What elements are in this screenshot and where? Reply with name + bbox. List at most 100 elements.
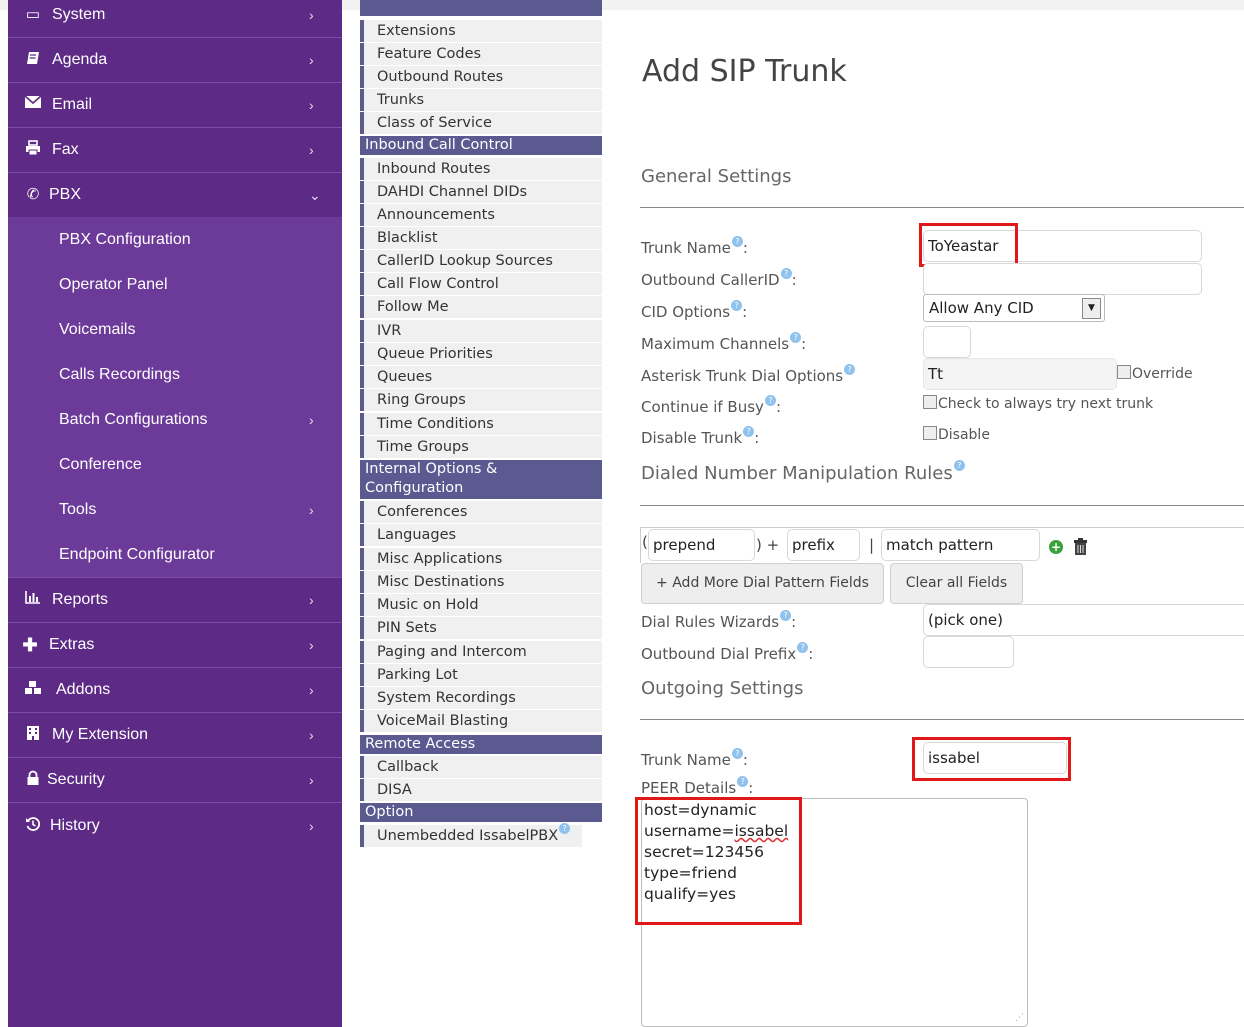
- sidebar-item-system[interactable]: ▭ System ›: [8, 0, 342, 37]
- sidebar-item-history[interactable]: History ›: [8, 803, 342, 848]
- sidebar-item-security[interactable]: Security ›: [8, 757, 342, 802]
- peer-details-label-text: PEER Details: [641, 779, 737, 797]
- outbound-prefix-input[interactable]: [923, 636, 1014, 668]
- sidebar-item-pbx[interactable]: ✆ PBX ⌄: [8, 172, 342, 217]
- nav-item-queue-priorities[interactable]: Queue Priorities: [360, 343, 602, 365]
- nav-item-queues[interactable]: Queues: [360, 366, 602, 388]
- disable-trunk-checkbox[interactable]: Disable: [923, 426, 990, 444]
- dropdown-arrow-icon[interactable]: ▼: [1082, 298, 1101, 319]
- bar-chart-icon: [23, 590, 43, 610]
- sidebar-item-addons[interactable]: Addons ›: [8, 667, 342, 712]
- sidebar-item-fax[interactable]: Fax ›: [8, 127, 342, 172]
- nav-item-extensions[interactable]: Extensions: [360, 20, 602, 42]
- nav-item-class-of-service[interactable]: Class of Service: [360, 112, 602, 134]
- outbound-callerid-label-text: Outbound CallerID: [641, 271, 780, 289]
- resize-grip-icon[interactable]: ⋰: [1015, 1013, 1024, 1023]
- help-icon[interactable]: ?: [780, 268, 792, 279]
- sidebar-subitem-conference[interactable]: Conference: [8, 442, 342, 487]
- prefix-input[interactable]: prefix: [787, 529, 860, 561]
- nav-section-internal-header-line2: Configuration: [365, 480, 464, 496]
- help-icon[interactable]: ?: [953, 460, 965, 471]
- pbx-module-nav: Extensions Feature Codes Outbound Routes…: [360, 0, 602, 860]
- nav-item-announcements[interactable]: Announcements: [360, 204, 602, 226]
- dial-options-label: Asterisk Trunk Dial Options?: [641, 364, 856, 386]
- nav-item-outbound-routes[interactable]: Outbound Routes: [360, 66, 602, 88]
- nav-item-pin-sets[interactable]: PIN Sets: [360, 617, 602, 639]
- help-icon[interactable]: ?: [737, 776, 749, 787]
- max-channels-input[interactable]: [923, 326, 971, 358]
- nav-item-callback[interactable]: Callback: [360, 756, 602, 778]
- nav-item-trunks[interactable]: Trunks: [360, 89, 602, 111]
- nav-item-system-recordings[interactable]: System Recordings: [360, 687, 602, 709]
- monitor-icon: ▭: [25, 6, 41, 23]
- checkbox-box[interactable]: [923, 395, 937, 409]
- nav-item-feature-codes[interactable]: Feature Codes: [360, 43, 602, 65]
- chevron-down-icon: ⌄: [309, 187, 321, 203]
- sidebar-item-reports[interactable]: Reports ›: [8, 577, 342, 622]
- checkbox-box[interactable]: [923, 426, 937, 440]
- add-dial-pattern-button[interactable]: + Add More Dial Pattern Fields: [641, 563, 884, 604]
- nav-item-blacklist[interactable]: Blacklist: [360, 227, 602, 249]
- trash-icon[interactable]: [1073, 537, 1088, 556]
- section-outgoing-settings: Outgoing Settings: [641, 678, 804, 699]
- nav-item-music-on-hold[interactable]: Music on Hold: [360, 594, 602, 616]
- nav-item-disa[interactable]: DISA: [360, 779, 602, 801]
- dial-options-input[interactable]: Tt: [923, 358, 1117, 390]
- nav-item-paging-and-intercom[interactable]: Paging and Intercom: [360, 641, 602, 663]
- help-icon[interactable]: ?: [790, 332, 802, 343]
- help-icon[interactable]: ?: [780, 610, 792, 621]
- out-trunk-name-label-text: Trunk Name: [641, 751, 731, 769]
- sidebar-subitem-tools[interactable]: Tools ›: [8, 487, 342, 532]
- dial-rules-wizard-select[interactable]: (pick one): [923, 604, 1244, 636]
- sidebar-item-email[interactable]: Email ›: [8, 82, 342, 127]
- sidebar-subitem-calls-recordings[interactable]: Calls Recordings: [8, 352, 342, 397]
- override-checkbox[interactable]: Override: [1117, 365, 1193, 383]
- nav-item-parking-lot[interactable]: Parking Lot: [360, 664, 602, 686]
- nav-item-time-conditions[interactable]: Time Conditions: [360, 413, 602, 435]
- help-icon[interactable]: ?: [764, 395, 776, 406]
- nav-item-callerid-lookup-sources[interactable]: CallerID Lookup Sources: [360, 250, 602, 272]
- nav-item-inbound-routes[interactable]: Inbound Routes: [360, 158, 602, 180]
- sidebar-subitem-voicemails[interactable]: Voicemails: [8, 307, 342, 352]
- cubes-icon: [23, 680, 43, 700]
- help-icon[interactable]: ?: [731, 748, 743, 759]
- outbound-callerid-input[interactable]: [923, 263, 1202, 295]
- prepend-input[interactable]: prepend: [648, 529, 755, 561]
- help-icon[interactable]: ?: [559, 823, 571, 834]
- continue-busy-checkbox[interactable]: Check to always try next trunk: [923, 395, 1153, 413]
- nav-item-languages[interactable]: Languages: [360, 524, 602, 546]
- nav-item-dahdi-channel-dids[interactable]: DAHDI Channel DIDs: [360, 181, 602, 203]
- sidebar-subitem-pbx-configuration[interactable]: PBX Configuration: [8, 217, 342, 262]
- section-divider: [640, 719, 1244, 720]
- nav-item-follow-me[interactable]: Follow Me: [360, 296, 602, 318]
- sidebar-subitem-batch-configurations[interactable]: Batch Configurations ›: [8, 397, 342, 442]
- paren-open: (: [642, 533, 648, 551]
- nav-item-ring-groups[interactable]: Ring Groups: [360, 389, 602, 411]
- nav-item-conferences[interactable]: Conferences: [360, 501, 602, 523]
- peer-details-label: PEER Details?:: [641, 776, 754, 797]
- help-icon[interactable]: ?: [844, 364, 856, 375]
- chevron-right-icon: ›: [309, 637, 314, 653]
- clear-fields-button[interactable]: Clear all Fields: [890, 563, 1023, 604]
- sidebar-subitem-operator-panel[interactable]: Operator Panel: [8, 262, 342, 307]
- sidebar-item-extras[interactable]: ✚ Extras ›: [8, 622, 342, 667]
- nav-item-unembedded-issabelpbx[interactable]: Unembedded IssabelPBX?: [360, 823, 582, 847]
- nav-item-voicemail-blasting[interactable]: VoiceMail Blasting: [360, 710, 602, 732]
- nav-item-misc-applications[interactable]: Misc Applications: [360, 548, 602, 570]
- nav-item-misc-destinations[interactable]: Misc Destinations: [360, 571, 602, 593]
- help-icon[interactable]: ?: [797, 642, 809, 653]
- cid-options-select[interactable]: Allow Any CID ▼: [923, 294, 1105, 322]
- help-icon[interactable]: ?: [731, 236, 743, 247]
- checkbox-box[interactable]: [1117, 365, 1131, 379]
- sidebar-subitem-endpoint-configurator[interactable]: Endpoint Configurator: [8, 532, 342, 577]
- nav-item-time-groups[interactable]: Time Groups: [360, 436, 602, 458]
- help-icon[interactable]: ?: [731, 300, 743, 311]
- add-row-icon[interactable]: +: [1049, 540, 1063, 554]
- sidebar-item-agenda[interactable]: Agenda ›: [8, 37, 342, 82]
- nav-item-ivr[interactable]: IVR: [360, 320, 602, 342]
- match-pattern-input[interactable]: match pattern: [881, 529, 1040, 561]
- nav-item-call-flow-control[interactable]: Call Flow Control: [360, 273, 602, 295]
- section-divider: [640, 505, 1244, 506]
- sidebar-item-my-extension[interactable]: My Extension ›: [8, 712, 342, 757]
- help-icon[interactable]: ?: [743, 426, 755, 437]
